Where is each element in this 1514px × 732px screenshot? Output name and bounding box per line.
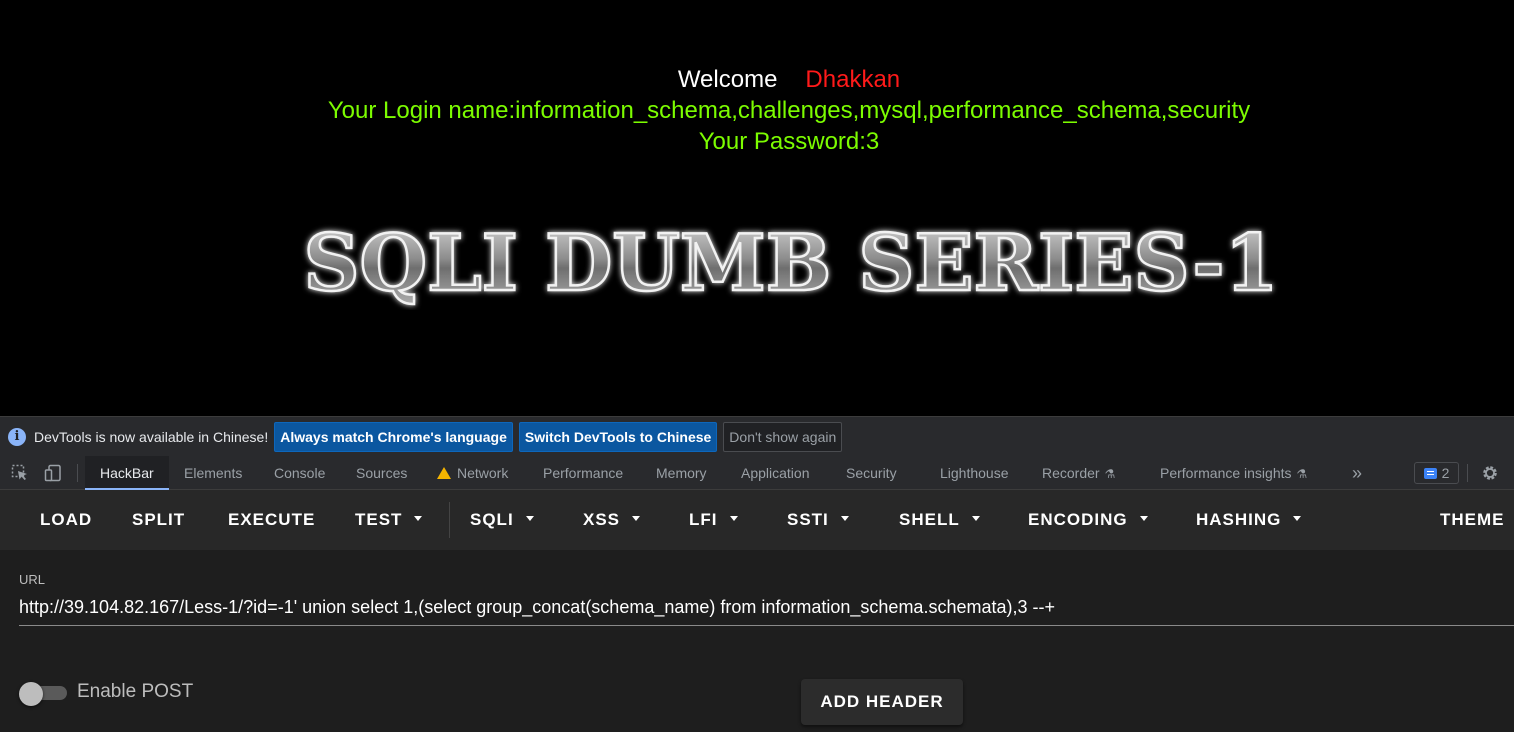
xss-dropdown[interactable]: XSS <box>583 490 641 550</box>
toolbar-separator <box>77 464 78 482</box>
tab-console[interactable]: Console <box>274 456 325 490</box>
devtools-tab-bar: HackBar Elements Console Sources Network… <box>0 456 1514 490</box>
switch-to-chinese-button[interactable]: Switch DevTools to Chinese <box>518 421 718 452</box>
split-button[interactable]: SPLIT <box>132 490 185 550</box>
tab-network-label: Network <box>457 465 509 481</box>
chevron-down-icon <box>414 516 423 521</box>
hashing-label: HASHING <box>1196 510 1282 529</box>
welcome-line: Welcome Dhakkan <box>0 64 1514 95</box>
shell-label: SHELL <box>899 510 960 529</box>
toolbar-divider <box>449 502 450 538</box>
lfi-dropdown[interactable]: LFI <box>689 490 738 550</box>
issues-counter-button[interactable]: 2 <box>1414 462 1459 484</box>
experiment-flask-icon: ⚗ <box>1104 467 1116 481</box>
hackbar-body: URL Enable POST ADD HEADER <box>0 550 1514 732</box>
welcome-label: Welcome <box>677 66 778 93</box>
test-dropdown[interactable]: TEST <box>355 490 423 550</box>
tab-sources[interactable]: Sources <box>356 456 407 490</box>
svg-text:SQLI DUMB SERIES-1: SQLI DUMB SERIES-1 <box>304 218 1279 309</box>
tab-performance-insights[interactable]: Performance insights ⚗ <box>1160 456 1307 490</box>
lfi-label: LFI <box>689 510 718 529</box>
url-input[interactable] <box>19 590 1514 626</box>
tab-application[interactable]: Application <box>741 456 810 490</box>
add-header-button[interactable]: ADD HEADER <box>801 679 963 725</box>
chevron-down-icon <box>525 516 534 521</box>
tab-network[interactable]: Network <box>437 456 508 490</box>
sqli-dropdown[interactable]: SQLI <box>470 490 534 550</box>
ssti-dropdown[interactable]: SSTI <box>787 490 849 550</box>
test-label: TEST <box>355 510 403 529</box>
warning-icon <box>437 467 451 479</box>
chevron-down-icon <box>632 516 641 521</box>
welcome-username: Dhakkan <box>805 66 901 93</box>
tab-hackbar[interactable]: HackBar <box>85 456 169 490</box>
tab-recorder[interactable]: Recorder ⚗ <box>1042 456 1115 490</box>
tab-lighthouse[interactable]: Lighthouse <box>940 456 1009 490</box>
inspect-element-icon[interactable] <box>11 464 29 482</box>
toolbar-separator <box>1467 464 1468 482</box>
issues-message-icon <box>1423 467 1437 479</box>
experiment-flask-icon: ⚗ <box>1296 467 1308 481</box>
device-toolbar-icon[interactable] <box>44 464 62 482</box>
tab-security[interactable]: Security <box>846 456 897 490</box>
chevron-down-icon <box>1139 516 1148 521</box>
tab-elements[interactable]: Elements <box>184 456 242 490</box>
ssti-label: SSTI <box>787 510 829 529</box>
enable-post-label: Enable POST <box>77 681 194 702</box>
settings-gear-icon[interactable] <box>1481 464 1499 482</box>
toggle-thumb <box>19 682 43 706</box>
chevron-down-icon <box>840 516 849 521</box>
infobar-message: DevTools is now available in Chinese! <box>34 428 269 445</box>
xss-label: XSS <box>583 510 621 529</box>
webpage-viewport: Welcome Dhakkan Your Login name:informati… <box>0 0 1514 416</box>
encoding-dropdown[interactable]: ENCODING <box>1028 490 1148 550</box>
login-name-text: Your Login name:information_schema,chall… <box>327 97 1251 124</box>
tab-performance[interactable]: Performance <box>543 456 623 490</box>
issues-count: 2 <box>1441 465 1450 481</box>
info-icon: i <box>8 427 26 446</box>
url-label: URL <box>19 572 46 587</box>
hackbar-toolbar: LOAD SPLIT EXECUTE TEST SQLI XSS LFI SST… <box>0 490 1514 550</box>
shell-dropdown[interactable]: SHELL <box>899 490 980 550</box>
execute-button[interactable]: EXECUTE <box>228 490 315 550</box>
more-tabs-chevron-icon[interactable]: » <box>1352 456 1362 490</box>
chevron-down-icon <box>1293 516 1302 521</box>
hashing-dropdown[interactable]: HASHING <box>1196 490 1302 550</box>
chevron-down-icon <box>729 516 738 521</box>
dont-show-again-button[interactable]: Don't show again <box>723 421 843 452</box>
password-text: Your Password:3 <box>698 128 880 155</box>
theme-button[interactable]: THEME <box>1440 490 1505 550</box>
chevron-down-icon <box>971 516 980 521</box>
load-button[interactable]: LOAD <box>40 490 92 550</box>
sqli-label: SQLI <box>470 510 514 529</box>
tab-memory[interactable]: Memory <box>656 456 707 490</box>
enable-post-toggle[interactable] <box>19 682 67 706</box>
sqli-dumb-series-banner: SQLI DUMB SERIES-1 <box>302 217 1280 310</box>
encoding-label: ENCODING <box>1028 510 1128 529</box>
devtools-language-infobar: i DevTools is now available in Chinese! … <box>0 416 1514 456</box>
always-match-language-button[interactable]: Always match Chrome's language <box>274 421 513 452</box>
tab-recorder-label: Recorder <box>1042 465 1100 481</box>
tab-performance-insights-label: Performance insights <box>1160 465 1292 481</box>
